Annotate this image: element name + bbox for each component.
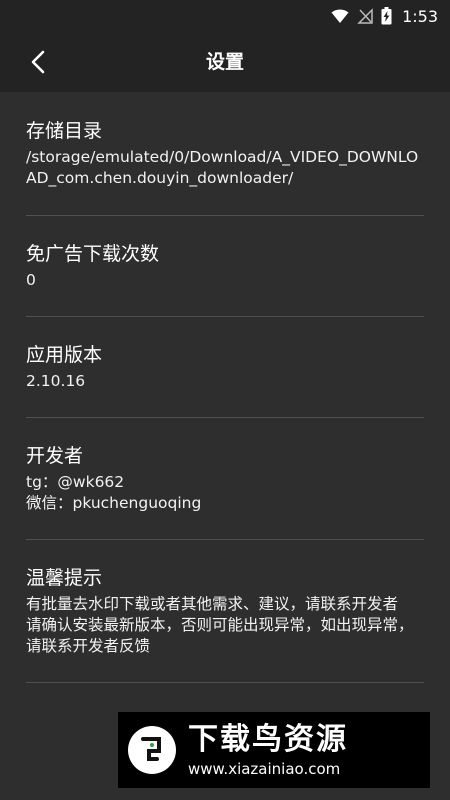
tip-line: 请确认安装最新版本，否则可能出现异常，如出现异常，请联系开发者反馈	[26, 616, 414, 655]
setting-ad-free-downloads[interactable]: 免广告下载次数 0	[26, 216, 424, 317]
app-bar: 设置	[0, 32, 450, 92]
bird-logo-icon	[128, 726, 176, 774]
ad-free-count: 0	[26, 271, 36, 289]
status-time: 1:53	[402, 6, 438, 26]
setting-title: 温馨提示	[26, 567, 103, 589]
setting-title: 应用版本	[26, 344, 103, 366]
setting-developer[interactable]: 开发者 tg：@wk662 微信：pkuchenguoqing	[26, 418, 424, 540]
watermark-url: www.xiazainiao.com	[188, 760, 341, 778]
setting-title: 开发者	[26, 445, 84, 467]
developer-contact: tg：@wk662 微信：pkuchenguoqing	[26, 472, 424, 514]
setting-storage-directory[interactable]: 存储目录 /storage/emulated/0/Download/A_VIDE…	[26, 92, 424, 216]
developer-telegram: tg：@wk662	[26, 473, 125, 491]
watermark-brand: 下载鸟资源	[188, 722, 348, 757]
setting-tips[interactable]: 温馨提示 有批量去水印下载或者其他需求、建议，请联系开发者 请确认安装最新版本，…	[26, 540, 424, 683]
setting-app-version[interactable]: 应用版本 2.10.16	[26, 317, 424, 418]
storage-path: /storage/emulated/0/Download/A_VIDEO_DOW…	[26, 148, 419, 187]
signal-off-icon	[357, 8, 373, 24]
setting-title: 免广告下载次数	[26, 243, 160, 265]
watermark-banner: 下载鸟资源 www.xiazainiao.com	[118, 712, 430, 788]
settings-list: 存储目录 /storage/emulated/0/Download/A_VIDE…	[0, 92, 450, 683]
app-version-value: 2.10.16	[26, 372, 86, 390]
battery-charging-icon	[381, 7, 392, 25]
status-bar: 1:53	[0, 0, 450, 32]
tips-text: 有批量去水印下载或者其他需求、建议，请联系开发者 请确认安装最新版本，否则可能出…	[26, 594, 424, 657]
wifi-icon	[331, 8, 349, 24]
developer-wechat: 微信：pkuchenguoqing	[26, 494, 202, 512]
tip-line: 有批量去水印下载或者其他需求、建议，请联系开发者	[26, 595, 399, 613]
page-title: 设置	[205, 51, 244, 73]
setting-title: 存储目录	[26, 120, 103, 142]
